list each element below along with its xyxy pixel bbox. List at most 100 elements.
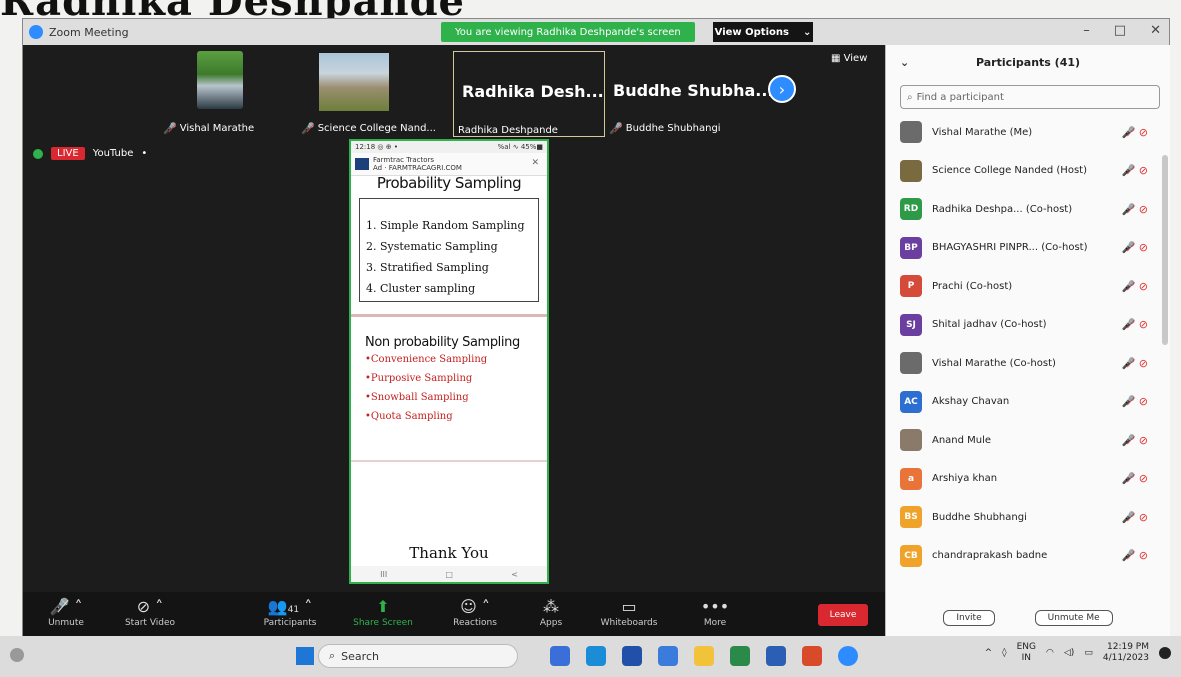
- thank-you-text: Thank You: [409, 544, 489, 562]
- participant-name: Shital jadhav (Co-host): [932, 319, 1047, 331]
- participant-row[interactable]: AC Akshay Chavan 🎤̸ ⊘: [886, 383, 1170, 422]
- avatar: [900, 429, 922, 452]
- apps-button[interactable]: ⁂ Apps: [531, 596, 571, 628]
- region-label: IN: [1021, 653, 1032, 663]
- location-icon: ◊: [1002, 648, 1007, 658]
- mic-video-off-icon: 🎤̸ ⊘: [1121, 472, 1148, 486]
- cortana-icon[interactable]: [10, 648, 24, 662]
- apps-icon: ⁂: [543, 597, 559, 616]
- meeting-toolbar: 🎤̸ ˄ Unmute ⊘ ˄ Start Video 👥41 ˄ Partic…: [23, 592, 885, 636]
- app-title: Zoom Meeting: [49, 25, 129, 39]
- thumb-big-name: Radhika Desh...: [462, 82, 604, 101]
- participant-row[interactable]: SJ Shital jadhav (Co-host) 🎤̸ ⊘: [886, 306, 1170, 345]
- grid-icon: ▦: [831, 53, 844, 64]
- zoom-logo-icon: [29, 25, 43, 39]
- participants-button[interactable]: 👥41 ˄ Participants: [253, 596, 327, 628]
- notification-icon[interactable]: [1159, 647, 1171, 659]
- store-icon[interactable]: [622, 646, 642, 666]
- participant-row[interactable]: Vishal Marathe (Me) 🎤̸ ⊘: [886, 113, 1170, 152]
- slide-list: 1. Simple Random Sampling 2. Systematic …: [359, 198, 539, 302]
- thumb-buddhe[interactable]: Buddhe Shubha... 🎤̸ Buddhe Shubhangi: [605, 51, 773, 135]
- home-icon: □: [445, 569, 453, 579]
- participant-row[interactable]: Science College Nanded (Host) 🎤̸ ⊘: [886, 152, 1170, 191]
- avatar: BS: [900, 506, 922, 529]
- participant-row[interactable]: Vishal Marathe (Co-host) 🎤̸ ⊘: [886, 344, 1170, 383]
- thumb-vishal[interactable]: 🎤̸ Vishal Marathe: [163, 51, 283, 135]
- thumb-radhika[interactable]: Radhika Desh... Radhika Deshpande: [453, 51, 605, 137]
- language-label[interactable]: ENG: [1017, 642, 1036, 653]
- battery-icon[interactable]: ▭: [1084, 648, 1093, 658]
- participant-name: Vishal Marathe (Co-host): [932, 357, 1056, 369]
- l-app-icon[interactable]: [730, 646, 750, 666]
- whiteboards-button[interactable]: ▭ Whiteboards: [595, 596, 663, 628]
- participant-row[interactable]: BS Buddhe Shubhangi 🎤̸ ⊘: [886, 498, 1170, 537]
- folder-icon[interactable]: [694, 646, 714, 666]
- clock-time[interactable]: 12:19 PM: [1103, 642, 1149, 653]
- mic-video-off-icon: 🎤̸ ⊘: [1121, 125, 1148, 139]
- participant-row[interactable]: a Arshiya khan 🎤̸ ⊘: [886, 460, 1170, 499]
- participant-count: 41: [287, 605, 300, 615]
- minimize-button[interactable]: –: [1083, 23, 1090, 38]
- wifi-icon[interactable]: ◠: [1046, 648, 1054, 658]
- mic-video-off-icon: 🎤̸ ⊘: [1121, 164, 1148, 178]
- chat-app-icon[interactable]: [550, 646, 570, 666]
- live-platform[interactable]: YouTube: [93, 148, 134, 159]
- avatar: CB: [900, 544, 922, 567]
- avatar: SJ: [900, 313, 922, 336]
- find-participant-input[interactable]: ⌕ Find a participant: [900, 85, 1160, 109]
- edge-icon[interactable]: [586, 646, 606, 666]
- mic-video-off-icon: 🎤̸ ⊘: [1121, 279, 1148, 293]
- leave-button[interactable]: Leave: [818, 604, 868, 626]
- thumb-name: Science College Nand...: [317, 123, 436, 134]
- participant-name: Buddhe Shubhangi: [932, 511, 1027, 523]
- mic-video-off-icon: 🎤̸ ⊘: [1121, 433, 1148, 447]
- thumb-science-college[interactable]: 🎤̸ Science College Nand...: [301, 51, 449, 135]
- divider: [351, 314, 547, 317]
- panel-title: Participants (41): [975, 55, 1081, 69]
- mail-icon[interactable]: [658, 646, 678, 666]
- zoom-app-icon[interactable]: [838, 646, 858, 666]
- word-icon[interactable]: [766, 646, 786, 666]
- volume-icon[interactable]: ◁): [1064, 648, 1074, 658]
- participant-row[interactable]: CB chandraprakash badne 🎤̸ ⊘: [886, 537, 1170, 576]
- slide-list-item: 4. Cluster sampling: [366, 282, 476, 295]
- view-button[interactable]: ▦ View: [831, 53, 867, 64]
- chevron-up-icon[interactable]: ^: [985, 648, 993, 658]
- share-screen-button[interactable]: ⬆ Share Screen: [353, 596, 413, 628]
- participant-row[interactable]: BP BHAGYASHRI PINPR... (Co-host) 🎤̸ ⊘: [886, 229, 1170, 268]
- mic-video-off-icon: 🎤̸ ⊘: [1121, 510, 1148, 524]
- unmute-me-button[interactable]: Unmute Me: [1034, 610, 1113, 626]
- participant-video: [197, 51, 243, 109]
- view-options-button[interactable]: View Options ⌄: [713, 22, 813, 42]
- start-video-button[interactable]: ⊘ ˄ Start Video: [115, 596, 185, 628]
- search-icon: ⌕: [907, 91, 913, 103]
- taskbar-search[interactable]: ⌕ Search: [318, 644, 518, 668]
- scrollbar[interactable]: [1162, 155, 1168, 345]
- video-off-icon: ⊘ ˄: [136, 597, 164, 616]
- more-button[interactable]: ••• More: [695, 596, 735, 628]
- slide-list-item: 2. Systematic Sampling: [366, 240, 498, 253]
- chrome-icon[interactable]: [802, 646, 822, 666]
- participant-row[interactable]: P Prachi (Co-host) 🎤̸ ⊘: [886, 267, 1170, 306]
- maximize-button[interactable]: □: [1114, 23, 1126, 38]
- more-label: More: [703, 618, 727, 628]
- mic-muted-icon: 🎤̸ ˄: [49, 597, 83, 616]
- invite-button[interactable]: Invite: [943, 610, 995, 626]
- participant-row[interactable]: Anand Mule 🎤̸ ⊘: [886, 421, 1170, 460]
- chevron-down-icon: ⌄: [802, 26, 812, 38]
- participant-row[interactable]: RD Radhika Deshpa... (Co-host) 🎤̸ ⊘: [886, 190, 1170, 229]
- close-button[interactable]: ✕: [1150, 23, 1161, 38]
- reactions-label: Reactions: [453, 618, 497, 628]
- mic-muted-icon: 🎤̸: [301, 122, 315, 135]
- participant-list: Vishal Marathe (Me) 🎤̸ ⊘ Science College N…: [886, 113, 1170, 575]
- whiteboards-label: Whiteboards: [600, 618, 658, 628]
- chevron-right-icon: ›: [778, 79, 786, 99]
- reactions-button[interactable]: ☺ ˄ Reactions: [445, 596, 505, 628]
- participant-name: Radhika Deshpa... (Co-host): [932, 203, 1073, 215]
- next-page-button[interactable]: ›: [768, 75, 796, 103]
- windows-start-icon[interactable]: [296, 647, 314, 665]
- unmute-button[interactable]: 🎤̸ ˄ Unmute: [41, 596, 91, 628]
- collapse-icon[interactable]: ⌄: [900, 56, 909, 69]
- clock-date[interactable]: 4/11/2023: [1103, 653, 1149, 664]
- live-badge[interactable]: LIVE: [51, 147, 85, 160]
